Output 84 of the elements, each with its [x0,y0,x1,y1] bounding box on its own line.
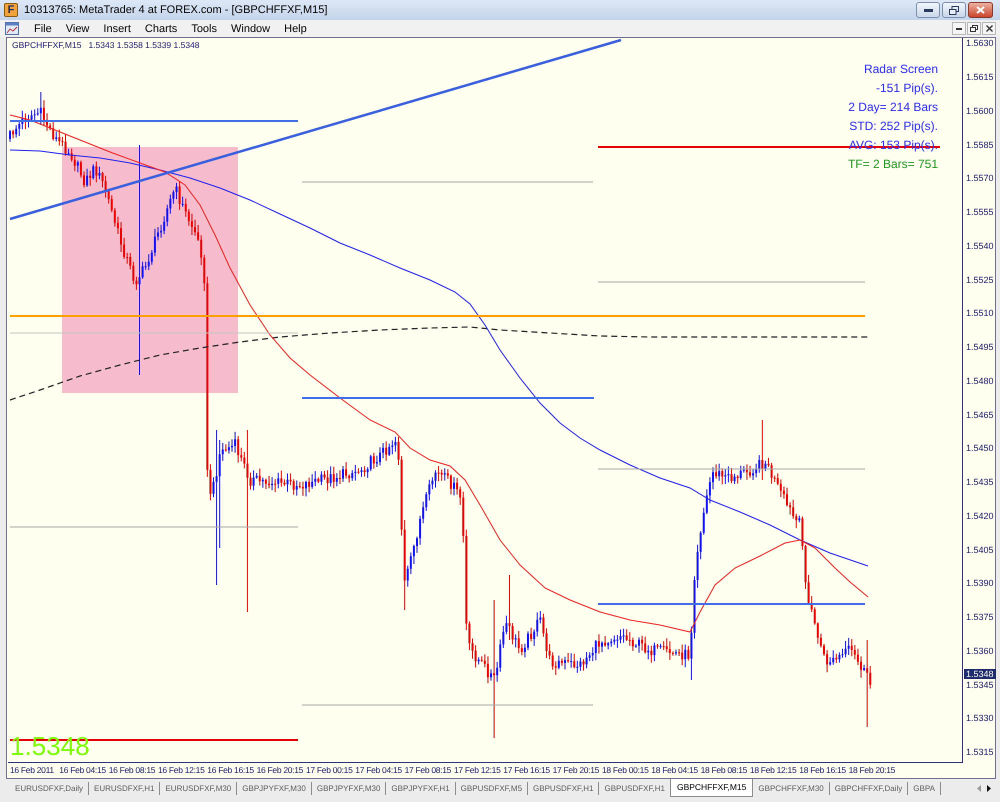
caret-right-icon [987,784,991,792]
current-price-marker: 1.5348 [964,669,996,679]
minimize-button[interactable] [916,2,940,18]
close-button[interactable] [982,22,996,35]
time-axis-label: 16 Feb 08:15 [108,765,156,775]
price-axis-label: 1.5435 [966,477,994,488]
chart-tab[interactable]: GBPCHFFXF,Daily [830,782,908,794]
chart-tab[interactable]: GBPJPYFXF,M30 [237,782,312,794]
menu-item[interactable]: View [58,20,96,36]
minimize-icon [924,8,932,12]
price-axis-label: 1.5345 [966,680,994,690]
menu-item[interactable]: Insert [96,20,138,36]
menu-item[interactable]: Tools [184,20,224,36]
time-axis-label: 17 Feb 08:15 [404,765,452,775]
price-axis-label: 1.5615 [966,72,994,82]
time-axis-label: 16 Feb 16:15 [207,765,254,775]
menu-item[interactable]: Charts [138,20,184,36]
menu-item[interactable]: File [27,20,59,36]
chart-tab[interactable]: GBPUSDFXF,M5 [456,782,528,794]
price-axis-label: 1.5420 [966,510,994,521]
price-axis-label: 1.5480 [966,376,994,386]
price-axis-label: 1.5585 [966,140,994,150]
chart-tab[interactable]: EURUSDFXF,Daily [10,782,90,794]
app-logo: F [4,3,18,17]
indicator-text: Radar Screen [864,61,938,78]
price-axis-label: 1.5360 [966,646,994,656]
window-title: 10313765: MetaTrader 4 at FOREX.com - [GBPCHFFXF,M15] [24,2,328,18]
price-axis-label: 1.5525 [966,274,994,285]
chart-tab[interactable]: GBPA [908,782,941,794]
time-axis-label: 17 Feb 00:15 [306,765,352,775]
price-axis-label: 1.5375 [966,612,994,622]
indicator-text: 2 Day= 214 Bars [848,99,938,116]
time-axis-label: 17 Feb 04:15 [355,765,402,775]
close-button[interactable] [968,2,993,18]
price-axis-label: 1.5555 [966,207,994,218]
caret-left-icon [977,784,981,792]
price-axis-label: 1.5450 [966,443,994,454]
price-axis-label: 1.5600 [966,106,994,116]
minimize-icon [956,28,962,30]
price-axis-label: 1.5390 [966,578,994,588]
restore-button[interactable] [942,2,966,18]
time-axis-label: 17 Feb 16:15 [503,765,550,775]
close-icon [976,6,985,14]
indicator-text: TF= 2 Bars= 751 [848,156,938,173]
price-axis-label: 1.5405 [966,544,994,554]
price-axis-label: 1.5630 [966,38,994,48]
price-axis-label: 1.5510 [966,308,994,318]
chart-tab[interactable]: GBPUSDFXF,H1 [528,782,600,794]
time-axis-label: 17 Feb 12:15 [454,765,500,775]
time-axis-label: 18 Feb 04:15 [651,765,698,775]
chart-tab[interactable]: GBPCHFFXF,M30 [753,782,830,794]
minimize-button[interactable] [952,22,966,35]
price-axis-label: 1.5330 [966,713,994,724]
restore-icon [949,6,959,14]
menu-item[interactable]: Window [224,20,278,36]
close-icon [986,25,992,32]
time-axis-label: 17 Feb 20:15 [552,765,600,775]
indicator-text: STD: 252 Pip(s). [849,118,938,135]
price-axis-label: 1.5570 [966,173,994,184]
time-axis-label: 18 Feb 12:15 [750,765,796,775]
chart-tab[interactable]: EURUSDFXF,M30 [160,782,238,794]
price-axis-label: 1.5540 [966,240,994,251]
ohlc-values: 1.5343 1.5358 1.5339 1.5348 [88,40,200,50]
time-axis-label: 18 Feb 08:15 [700,765,748,775]
time-axis-label: 18 Feb 00:15 [602,765,648,775]
indicator-text: -151 Pip(s). [876,80,938,97]
restore-button[interactable] [967,22,981,35]
chart-symbol-label: GBPCHFFXF,M15 [12,40,82,50]
time-axis-label: 16 Feb 2011 [10,765,54,775]
chart-tab[interactable]: GBPJPYFXF,H1 [386,782,456,794]
price-axis-label: 1.5495 [966,342,994,352]
chart-document-icon [5,22,19,35]
time-axis-label: 18 Feb 16:15 [799,765,846,775]
price-axis-label: 1.5315 [966,747,994,757]
menu-item[interactable]: Help [277,20,314,36]
chart-tab[interactable]: GBPCHFFXF,M15 [670,779,754,797]
time-axis-label: 18 Feb 20:15 [848,765,896,775]
restore-icon [970,25,978,32]
time-axis-label: 16 Feb 04:15 [59,765,106,775]
time-axis-label: 16 Feb 20:15 [256,765,304,775]
price-axis-label: 1.5465 [966,410,994,420]
time-axis-label: 16 Feb 12:15 [158,765,204,775]
chart-tab[interactable]: EURUSDFXF,H1 [89,782,160,794]
chart-tab[interactable]: GBPJPYFXF,M30 [312,782,386,794]
